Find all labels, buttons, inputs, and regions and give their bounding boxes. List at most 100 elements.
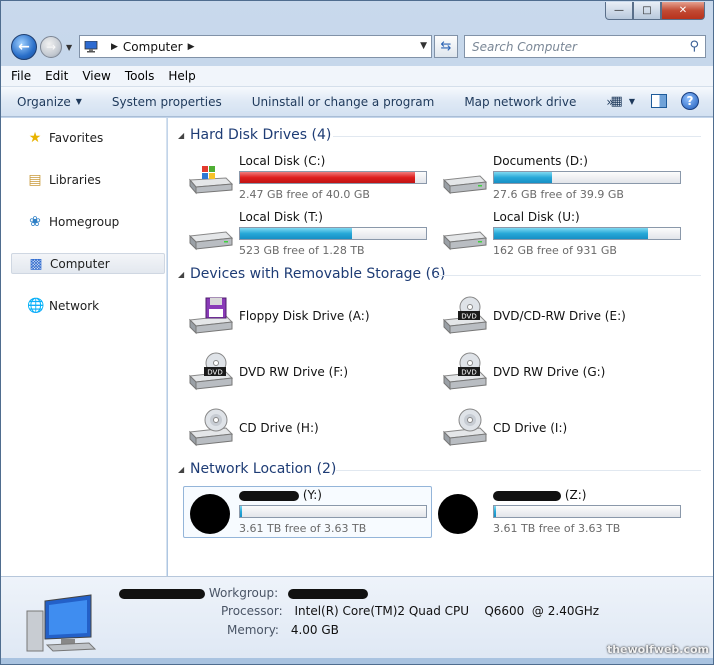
network-icon: 🌐 <box>27 297 45 314</box>
forward-button[interactable]: → <box>40 36 62 58</box>
refresh-icon: ⇆ <box>440 39 452 54</box>
drive-h[interactable]: CD Drive (H:) <box>184 404 434 454</box>
drive-name: DVD RW Drive (G:) <box>493 365 606 379</box>
group-title: Network Location (2) <box>190 461 337 477</box>
drive-g[interactable]: DVD DVD RW Drive (G:) <box>438 348 688 398</box>
collapse-group-icon[interactable]: ◢ <box>178 131 184 140</box>
maximize-button[interactable]: □ <box>633 2 661 20</box>
drive-d[interactable]: Documents (D:) 27.6 GB free of 39.9 GB <box>438 154 688 204</box>
drive-free-space: 162 GB free of 931 GB <box>493 244 617 257</box>
arrow-right-icon: → <box>45 40 57 54</box>
drive-usage-fill <box>240 172 415 183</box>
drive-f[interactable]: DVD DVD RW Drive (F:) <box>184 348 434 398</box>
collapse-group-icon[interactable]: ◢ <box>178 465 184 474</box>
svg-text:DVD: DVD <box>461 313 476 321</box>
explorer-window: — □ ✕ ← → ▼ ▶ Computer ▶ ▼ ⇆ ⚲ File Edit… <box>0 0 714 665</box>
drive-i[interactable]: CD Drive (I:) <box>438 404 688 454</box>
change-view-icon[interactable]: ▦ <box>611 94 623 109</box>
map-network-drive-button[interactable]: Map network drive <box>464 95 576 109</box>
drive-name: DVD/CD-RW Drive (E:) <box>493 309 626 323</box>
search-icon[interactable]: ⚲ <box>689 39 699 54</box>
drive-free-space: 2.47 GB free of 40.0 GB <box>239 188 370 201</box>
preview-pane-icon[interactable] <box>651 94 667 108</box>
dvd-icon: DVD <box>188 352 234 391</box>
drive-e[interactable]: DVD DVD/CD-RW Drive (E:) <box>438 292 688 342</box>
drive-letter: (Z:) <box>564 488 587 502</box>
search-box[interactable]: ⚲ <box>464 35 706 58</box>
drive-name: Floppy Disk Drive (A:) <box>239 309 370 323</box>
star-icon: ★ <box>28 129 42 146</box>
computer-icon <box>84 40 98 52</box>
network-drive-z[interactable]: (Z:) 3.61 TB free of 3.63 TB <box>438 488 688 538</box>
nav-item-label: Computer <box>50 256 110 271</box>
network-drive-icon <box>438 494 478 534</box>
chevron-right-icon[interactable]: ▶ <box>188 42 195 52</box>
hard-drive-icon <box>442 231 488 251</box>
network-drive-y[interactable]: (Y:) 3.61 TB free of 3.63 TB <box>184 488 434 538</box>
processor-label: Processor: <box>221 604 283 618</box>
collapse-group-icon[interactable]: ◢ <box>178 270 184 279</box>
drive-usage-fill <box>240 506 242 517</box>
drive-free-space: 3.61 TB free of 3.63 TB <box>493 522 621 535</box>
nav-item-homegroup[interactable]: ❀ Homegroup <box>11 211 165 232</box>
menu-help[interactable]: Help <box>168 69 195 83</box>
drive-letter: (Y:) <box>302 488 322 502</box>
hard-drive-icon <box>188 231 234 251</box>
group-header-hard-drives[interactable]: Hard Disk Drives (4) <box>190 127 331 143</box>
group-divider <box>336 470 701 471</box>
drive-a[interactable]: Floppy Disk Drive (A:) <box>184 292 434 342</box>
group-header-network[interactable]: Network Location (2) <box>190 461 336 477</box>
menu-tools[interactable]: Tools <box>125 69 155 83</box>
system-properties-label: System properties <box>111 94 222 109</box>
drive-usage-bar <box>239 171 427 184</box>
computer-icon: ▩ <box>29 255 43 272</box>
drive-u[interactable]: Local Disk (U:) 162 GB free of 931 GB <box>438 210 688 260</box>
svg-text:DVD: DVD <box>207 369 222 377</box>
close-button[interactable]: ✕ <box>661 2 705 20</box>
menu-edit[interactable]: Edit <box>45 69 68 83</box>
drive-usage-bar <box>493 227 681 240</box>
drive-usage-bar <box>493 505 681 518</box>
breadcrumb-computer[interactable]: Computer <box>123 40 183 54</box>
nav-item-computer[interactable]: ▩ Computer <box>11 253 165 274</box>
recent-pages-dropdown[interactable]: ▼ <box>66 43 72 52</box>
caption-buttons: — □ ✕ <box>605 2 705 20</box>
help-icon[interactable]: ? <box>681 92 699 110</box>
computer-name-row: Workgroup: <box>119 586 368 600</box>
uninstall-program-button[interactable]: Uninstall or change a program <box>252 95 435 109</box>
drive-name: Documents (D:) <box>493 154 588 168</box>
system-properties-button[interactable]: System properties <box>112 95 222 109</box>
back-button[interactable]: ← <box>11 34 37 60</box>
drive-name: DVD RW Drive (F:) <box>239 365 349 379</box>
nav-item-network[interactable]: 🌐 Network <box>11 295 165 316</box>
minimize-button[interactable]: — <box>605 2 633 20</box>
dvd-icon: DVD <box>442 296 488 335</box>
search-input[interactable] <box>472 39 682 54</box>
drive-usage-fill <box>240 228 352 239</box>
drive-usage-fill <box>494 506 496 517</box>
drive-name: (Z:) <box>493 488 586 502</box>
drive-free-space: 27.6 GB free of 39.9 GB <box>493 188 624 201</box>
group-divider <box>333 136 701 137</box>
menu-file[interactable]: File <box>11 69 31 83</box>
nav-item-libraries[interactable]: ▤ Libraries <box>11 169 165 190</box>
content-pane: ◢ Hard Disk Drives (4) Local Disk (C:) 2… <box>168 118 713 576</box>
chevron-right-icon[interactable]: ▶ <box>111 42 118 52</box>
windows-drive-icon <box>188 166 234 195</box>
organize-button[interactable]: Organize ▼ <box>17 95 82 109</box>
drive-name: Local Disk (C:) <box>239 154 326 168</box>
redacted-name <box>493 490 561 501</box>
nav-item-favorites[interactable]: ★ Favorites <box>11 127 165 148</box>
cd-icon <box>442 408 488 447</box>
menu-view[interactable]: View <box>82 69 110 83</box>
address-bar[interactable]: ▶ Computer ▶ ▼ <box>79 35 432 58</box>
drive-t[interactable]: Local Disk (T:) 523 GB free of 1.28 TB <box>184 210 434 260</box>
navigation-pane: ★ Favorites ▤ Libraries ❀ Homegroup ▩ Co… <box>1 118 167 576</box>
drive-name: CD Drive (H:) <box>239 421 319 435</box>
chevron-down-icon[interactable]: ▼ <box>629 97 635 106</box>
chevron-down-icon[interactable]: ▼ <box>420 41 427 51</box>
drive-c[interactable]: Local Disk (C:) 2.47 GB free of 40.0 GB <box>184 154 434 204</box>
refresh-button[interactable]: ⇆ <box>434 35 458 58</box>
group-header-removable[interactable]: Devices with Removable Storage (6) <box>190 266 445 282</box>
drive-usage-bar <box>493 171 681 184</box>
